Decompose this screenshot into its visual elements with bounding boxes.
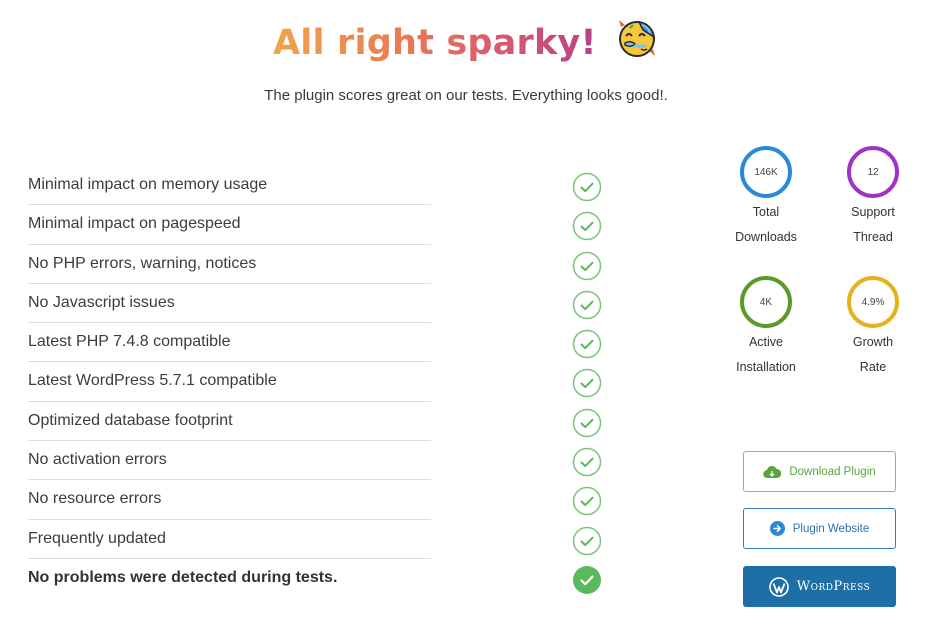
stat-ring: 146K xyxy=(740,146,792,198)
check-outline-icon xyxy=(572,486,602,516)
stat-active-installation: 4K Active Installation xyxy=(726,276,806,380)
stat-caption: Growth Rate xyxy=(833,330,913,380)
hero-title: All right sparky! xyxy=(0,16,932,63)
check-row: Minimal impact on pagespeed xyxy=(28,205,618,245)
check-outline-icon xyxy=(572,211,602,241)
stat-caption-line: Installation xyxy=(736,360,796,374)
check-label: Minimal impact on pagespeed xyxy=(28,215,241,233)
download-plugin-label: Download Plugin xyxy=(789,465,876,478)
check-label: No activation errors xyxy=(28,451,167,469)
download-plugin-button[interactable]: Download Plugin xyxy=(743,451,896,492)
check-outline-icon xyxy=(572,329,602,359)
check-label: Latest PHP 7.4.8 compatible xyxy=(28,333,231,351)
check-row: Latest PHP 7.4.8 compatible xyxy=(28,323,618,363)
check-outline-icon xyxy=(572,368,602,398)
check-outline-icon xyxy=(572,251,602,281)
check-label: Optimized database footprint xyxy=(28,411,233,429)
check-row: Latest WordPress 5.7.1 compatible xyxy=(28,362,618,402)
arrow-right-circle-icon xyxy=(769,521,785,536)
check-outline-icon xyxy=(572,290,602,320)
stat-total-downloads: 146K Total Downloads xyxy=(726,146,806,250)
stat-caption-line: Downloads xyxy=(735,230,797,244)
summary-row: No problems were detected during tests. xyxy=(28,559,618,598)
check-row: No Javascript issues xyxy=(28,284,618,324)
check-outline-icon xyxy=(572,408,602,438)
check-row: No resource errors xyxy=(28,480,618,520)
stat-ring: 4K xyxy=(740,276,792,328)
check-outline-icon xyxy=(572,172,602,202)
wordpress-button[interactable]: WordPress xyxy=(743,566,896,607)
plugin-website-button[interactable]: Plugin Website xyxy=(743,508,896,549)
check-label: Latest WordPress 5.7.1 compatible xyxy=(28,372,277,390)
check-row: No activation errors xyxy=(28,441,618,481)
wordpress-logo-icon xyxy=(768,576,789,597)
check-row: Frequently updated xyxy=(28,520,618,559)
stat-ring: 4.9% xyxy=(847,276,899,328)
stat-caption-line: Support xyxy=(851,205,895,219)
check-row: No PHP errors, warning, notices xyxy=(28,245,618,284)
stat-support-thread: 12 Support Thread xyxy=(833,146,913,250)
stat-ring: 12 xyxy=(847,146,899,198)
stat-caption-line: Total xyxy=(752,205,780,219)
stat-growth-rate: 4.9% Growth Rate xyxy=(833,276,913,380)
check-label: Minimal impact on memory usage xyxy=(28,176,268,193)
test-checklist: Minimal impact on memory usage Minimal i… xyxy=(28,166,618,598)
stat-caption: Active Installation xyxy=(726,330,806,380)
hero-title-text: All right sparky! xyxy=(272,23,597,63)
cloud-download-icon xyxy=(763,465,782,479)
stat-caption: Total Downloads xyxy=(726,200,806,250)
summary-label: No problems were detected during tests. xyxy=(28,568,338,586)
stat-caption-line: Thread xyxy=(853,230,893,244)
stat-caption-line: Active xyxy=(748,335,784,349)
plugin-website-label: Plugin Website xyxy=(792,522,870,535)
check-filled-icon xyxy=(572,565,602,595)
subtitle: The plugin scores great on our tests. Ev… xyxy=(264,87,668,104)
check-label: No PHP errors, warning, notices xyxy=(28,254,257,272)
check-label: No Javascript issues xyxy=(28,293,175,311)
check-row: Optimized database footprint xyxy=(28,402,618,442)
check-label: Frequently updated xyxy=(28,529,166,547)
partying-face-emoji-icon xyxy=(615,16,659,60)
check-outline-icon xyxy=(572,526,602,556)
check-label: No resource errors xyxy=(28,490,162,508)
stat-caption-line: Rate xyxy=(859,360,887,374)
check-row: Minimal impact on memory usage xyxy=(28,166,618,206)
wordpress-label: WordPress xyxy=(796,579,871,594)
stat-caption-line: Growth xyxy=(852,335,894,349)
stat-caption: Support Thread xyxy=(833,200,913,250)
check-outline-icon xyxy=(572,447,602,477)
